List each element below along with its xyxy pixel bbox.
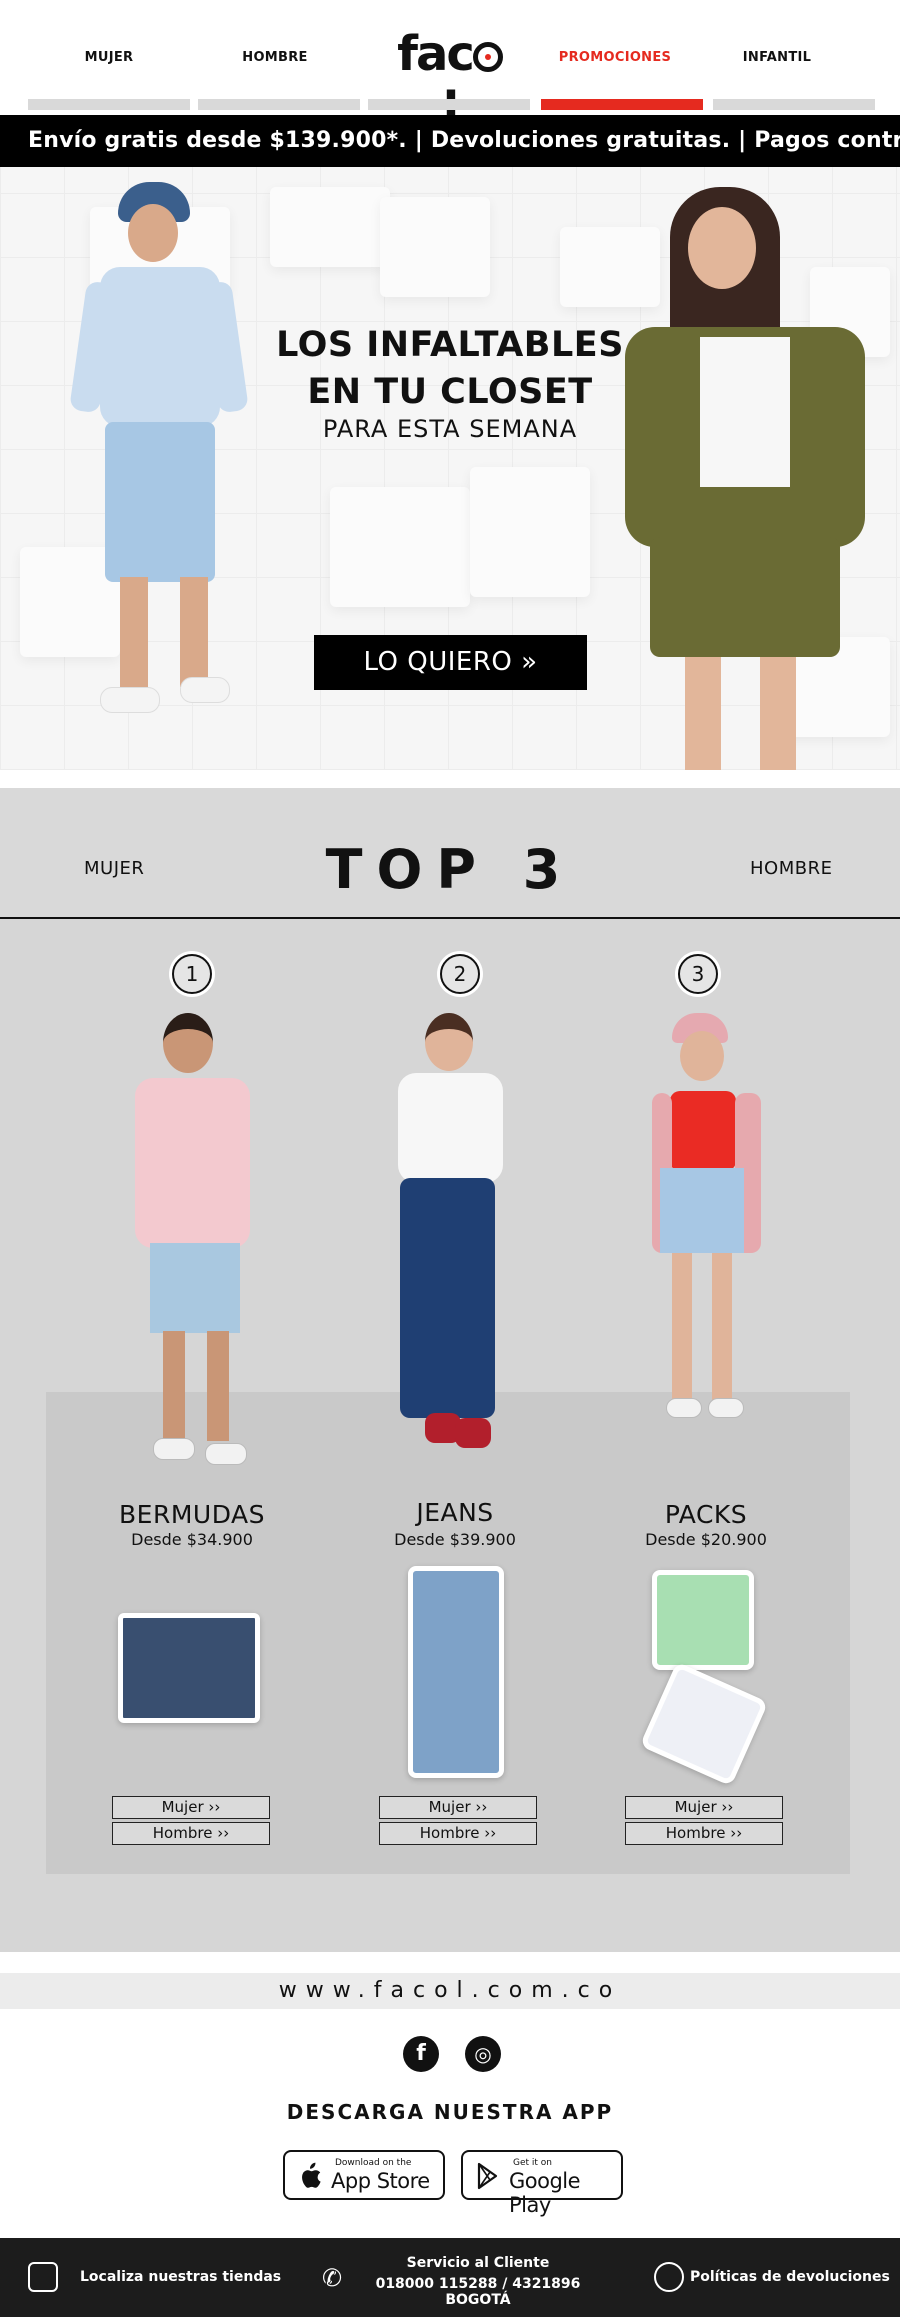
product-name: JEANS [416,1498,494,1527]
jeans-hombre-button[interactable]: Hombre ›› [379,1822,537,1845]
lo-quiero-button[interactable]: LO QUIERO » [314,635,587,690]
packs-mujer-button[interactable]: Mujer ›› [625,1796,783,1819]
apple-icon [302,2162,321,2188]
top3-model-packs[interactable] [640,1013,790,1453]
store-locator-label: Localiza nuestras tiendas [80,2269,282,2285]
nav-underline-infantil [713,99,875,110]
logo-o-icon [472,42,503,72]
customer-service-title: Servicio al Cliente [406,2255,550,2271]
bermudas-hombre-button[interactable]: Hombre ›› [112,1822,270,1845]
store-locator-link[interactable]: Localiza nuestras tiendas [26,2238,286,2317]
app-store-button[interactable]: Download on the App Store [283,2150,445,2200]
top3-header: MUJER TOP 3 HOMBRE [0,788,900,919]
product-name: BERMUDAS [119,1500,265,1529]
rank-badge-1: 1 [172,954,212,994]
nav-underline-mujer [28,99,190,110]
nav-item-promociones[interactable]: PROMOCIONES [534,50,696,65]
top3-hombre-link[interactable]: HOMBRE [750,858,832,879]
google-play-icon [477,2162,498,2190]
product-price: Desde $39.900 [394,1530,516,1549]
hero-banner[interactable]: LOS INFALTABLES EN TU CLOSET PARA ESTA SE… [0,167,900,770]
app-store-big-text: App Store [331,2169,430,2193]
nav-item-hombre[interactable]: HOMBRE [194,50,356,65]
top-nav: MUJER HOMBRE facl PROMOCIONES INFANTIL [0,0,900,138]
customer-service-link[interactable]: ✆ Servicio al Cliente 018000 115288 / 43… [322,2238,622,2317]
returns-policy-link[interactable]: Políticas de devoluciones [652,2238,900,2317]
store-icon [28,2262,58,2292]
hero-subtitle: PARA ESTA SEMANA [322,415,578,443]
bg-tile [470,467,590,597]
nav-item-mujer[interactable]: MUJER [28,50,190,65]
facebook-icon[interactable]: f [403,2036,439,2072]
jeans-product-image[interactable] [408,1566,504,1778]
bermudas-product-image[interactable] [118,1613,260,1723]
product-price: Desde $34.900 [131,1530,253,1549]
customer-service-phone: 018000 115288 / 4321896 BOGOTÁ [375,2276,581,2308]
bg-tile [330,487,470,607]
google-play-big-text: Google Play [509,2169,581,2217]
product-price: Desde $20.900 [645,1530,767,1549]
hero-title: LOS INFALTABLES EN TU CLOSET [270,322,630,416]
jeans-mujer-button[interactable]: Mujer ›› [379,1796,537,1819]
google-play-button[interactable]: Get it on Google Play [461,2150,623,2217]
email-page: MUJER HOMBRE facl PROMOCIONES INFANTIL E… [0,0,900,2317]
nav-underline-logo [368,99,530,110]
bermudas-mujer-button[interactable]: Mujer ›› [112,1796,270,1819]
returns-policy-label: Políticas de devoluciones [690,2269,890,2285]
top3-model-jeans[interactable] [370,1013,530,1463]
hero-model-man [69,182,270,762]
packs-hombre-button[interactable]: Hombre ›› [625,1822,783,1845]
rank-badge-2: 2 [440,954,480,994]
hero-title-line1: LOS INFALTABLES [276,325,624,365]
rank-badge-3: 3 [678,954,718,994]
benefits-marquee: Envío gratis desde $139.900*. | Devoluci… [0,115,900,167]
bg-tile [380,197,490,297]
instagram-icon[interactable]: ◎ [465,2036,501,2072]
top3-title: TOP 3 [325,838,575,901]
shorts-product-image[interactable] [652,1570,754,1670]
returns-icon [654,2262,684,2292]
top3-mujer-link[interactable]: MUJER [84,858,144,879]
nav-item-infantil[interactable]: INFANTIL [696,50,858,65]
marquee-text: Envío gratis desde $139.900*. | Devoluci… [28,128,900,153]
hero-model-woman [595,187,895,770]
top3-section: MUJER TOP 3 HOMBRE 1 2 3 BERMUDAS Desde … [0,788,900,1952]
download-app-title: DESCARGA NUESTRA APP [286,2100,614,2124]
bg-tile [270,187,390,267]
top3-model-bermudas[interactable] [125,1013,265,1483]
google-play-small-text: Get it on [513,2158,553,2168]
logo-text: fac [397,26,475,82]
hero-title-line2: EN TU CLOSET [307,372,593,412]
website-url-link[interactable]: www.facol.com.co [0,1973,900,2009]
nav-underline-hombre [198,99,360,110]
nav-underline-promociones [541,99,703,110]
phone-icon: ✆ [322,2264,343,2292]
product-name: PACKS [664,1500,748,1529]
app-store-small-text: Download on the [335,2158,412,2168]
bottom-bar: Localiza nuestras tiendas ✆ Servicio al … [0,2238,900,2317]
